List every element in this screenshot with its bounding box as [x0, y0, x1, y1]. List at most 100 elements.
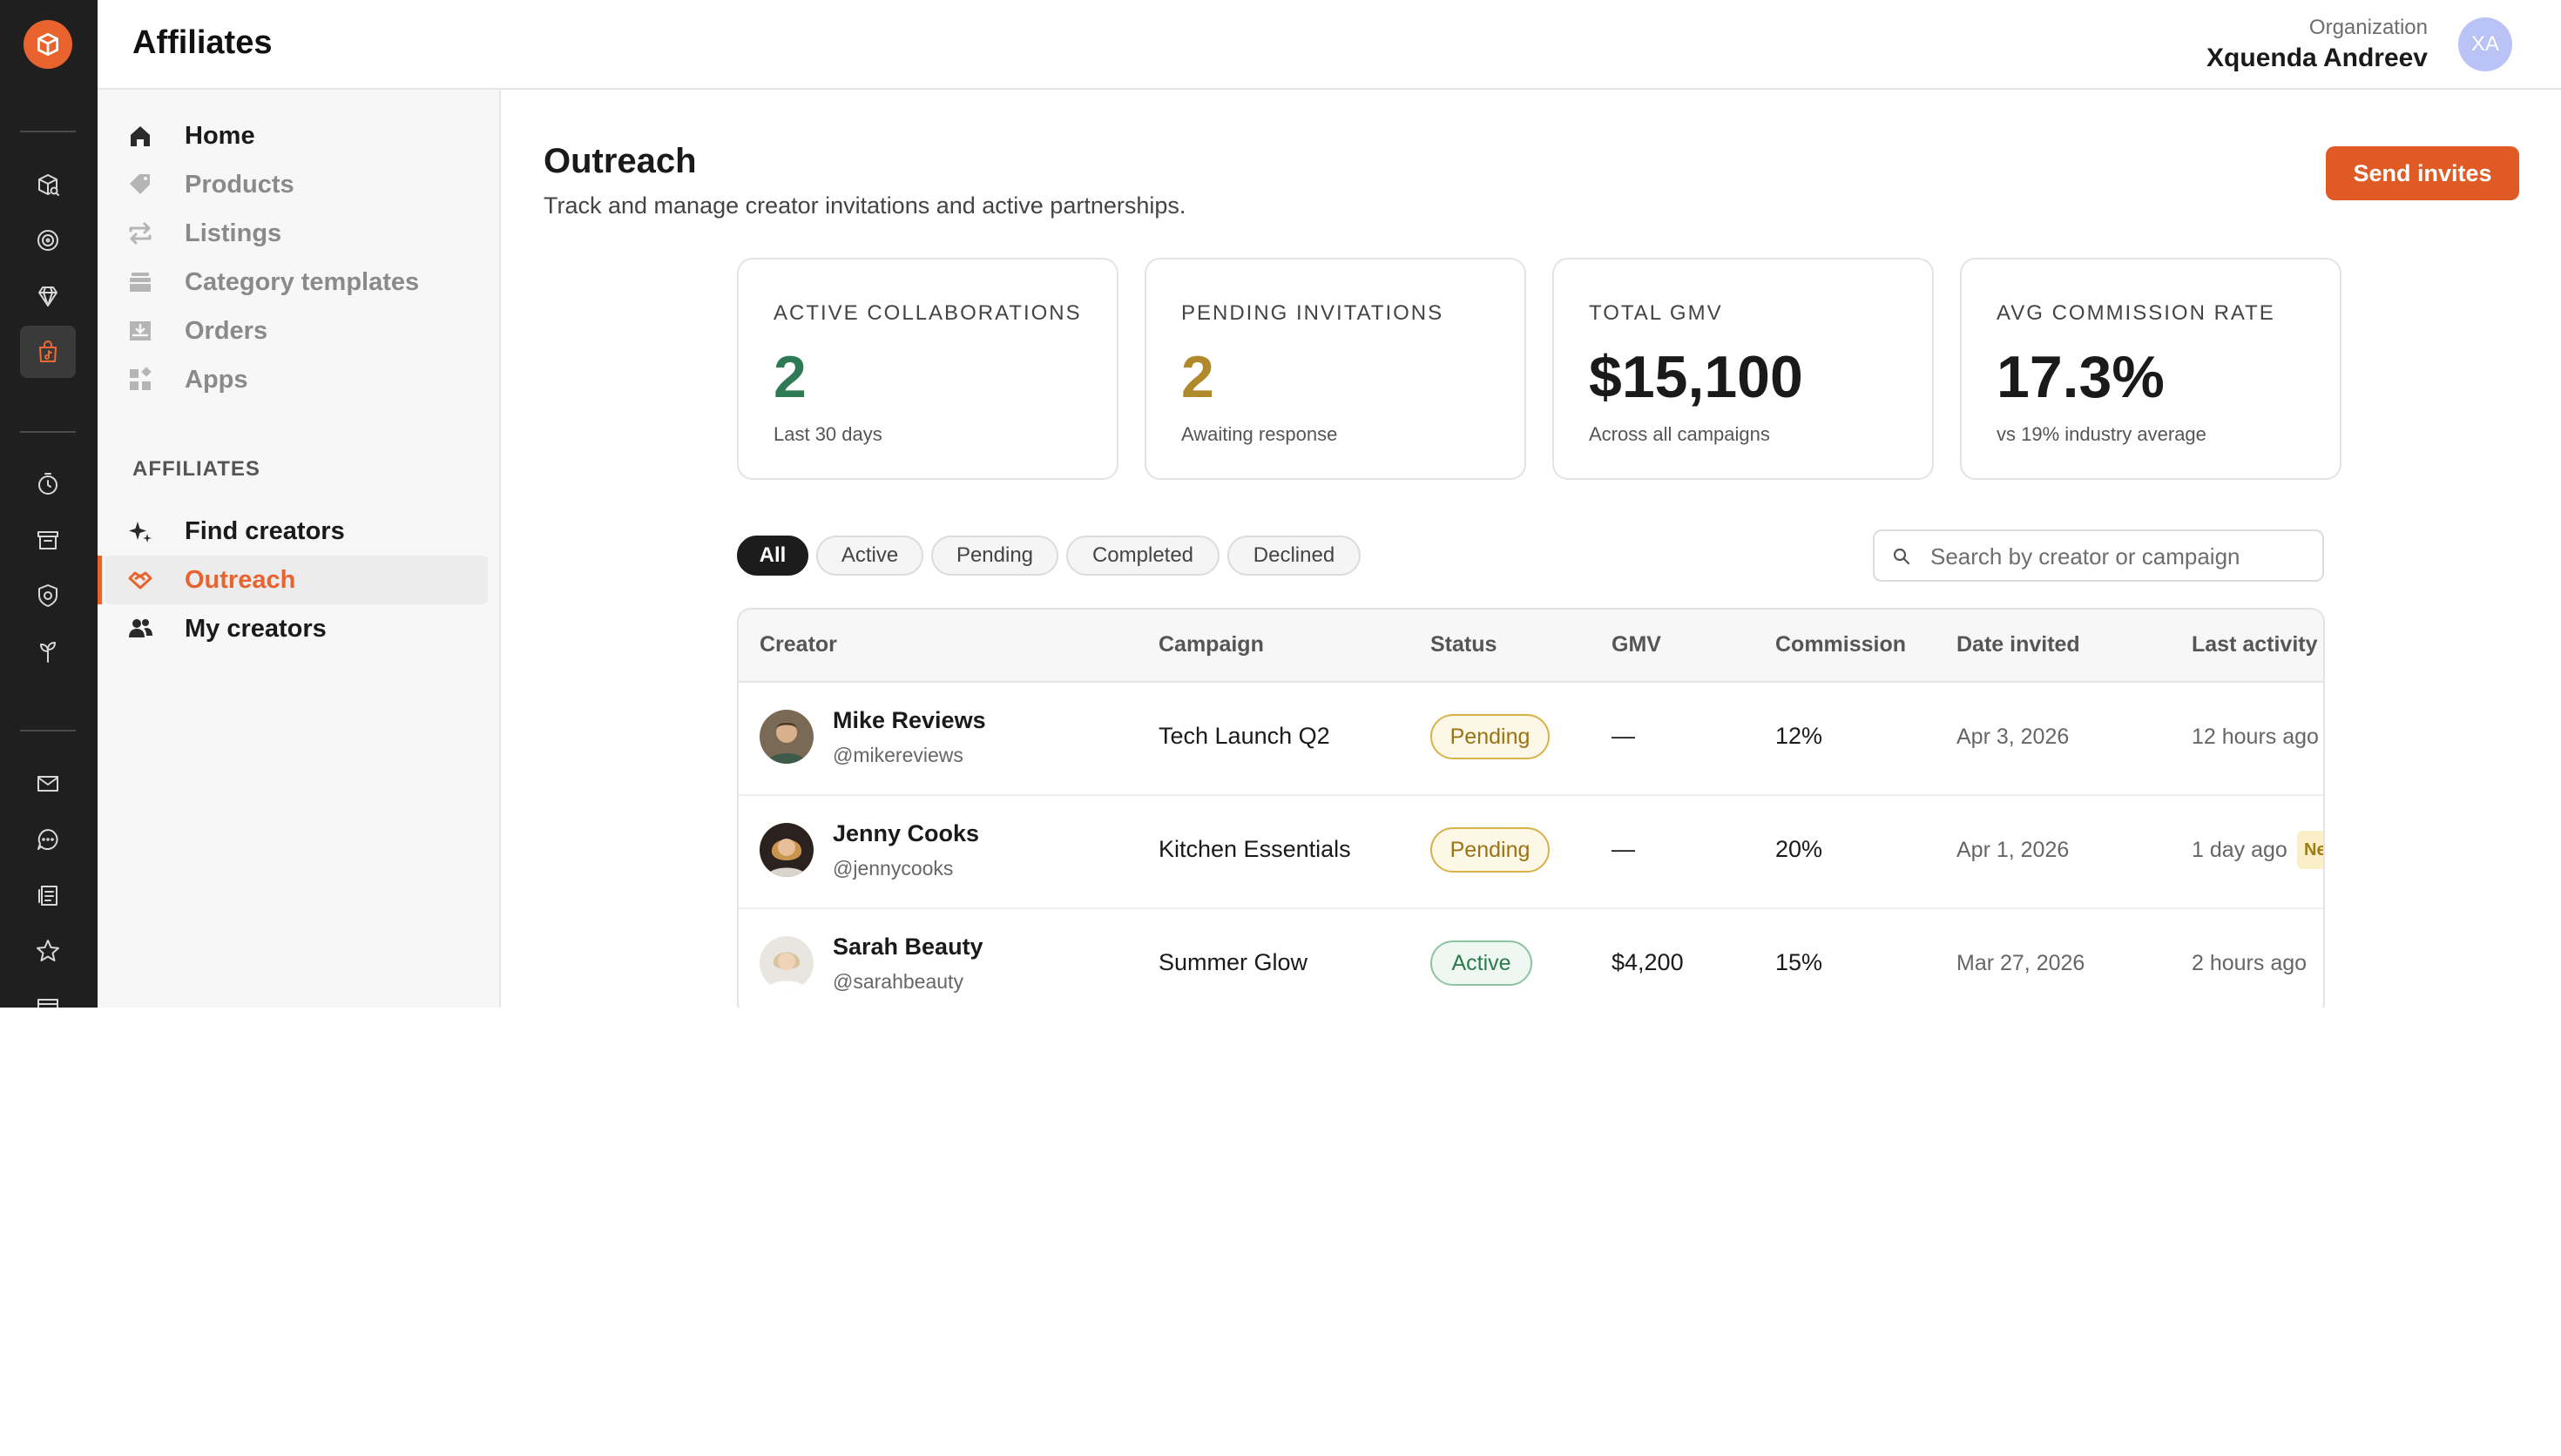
- sidebar-item-listings[interactable]: Listings: [98, 209, 501, 258]
- column-header-status[interactable]: Status: [1430, 632, 1497, 657]
- gmv-cell: —: [1612, 836, 1635, 862]
- sidebar-item-outreach[interactable]: Outreach: [105, 556, 488, 604]
- sidebar-item-my-creators[interactable]: My creators: [98, 604, 501, 653]
- status-badge: Pending: [1430, 827, 1550, 873]
- active-indicator: [98, 556, 102, 604]
- rail-divider: [20, 431, 76, 433]
- gmv-cell: —: [1612, 723, 1635, 749]
- sidebar-item-label: Find creators: [185, 516, 345, 545]
- creator-name[interactable]: Sarah Beauty: [833, 934, 983, 961]
- send-invites-button[interactable]: Send invites: [2326, 146, 2519, 200]
- column-header-campaign[interactable]: Campaign: [1159, 632, 1264, 657]
- plant-icon[interactable]: [20, 625, 76, 677]
- sidebar-item-products[interactable]: Products: [98, 160, 501, 209]
- package-search-icon[interactable]: [20, 158, 76, 211]
- sidebar-item-label: Outreach: [185, 565, 296, 594]
- date-invited-cell: Apr 3, 2026: [1956, 725, 2070, 749]
- column-header-last-activity[interactable]: Last activity: [2192, 632, 2318, 657]
- date-invited-cell: Apr 1, 2026: [1956, 838, 2070, 862]
- stat-subtext: Across all campaigns: [1589, 423, 1770, 445]
- commission-cell: 20%: [1775, 836, 1823, 862]
- stat-card-avg-commission-rate: AVG COMMISSION RATE 17.3% vs 19% industr…: [1960, 258, 2341, 480]
- logo-icon[interactable]: [24, 20, 72, 69]
- filter-chip-declined[interactable]: Declined: [1227, 536, 1361, 576]
- org-label: Organization: [2308, 16, 2428, 39]
- archive-icon[interactable]: [20, 514, 76, 566]
- tag-icon: [125, 170, 155, 199]
- search-icon: [1893, 548, 1910, 565]
- new-tag-badge: Ne: [2297, 831, 2323, 869]
- top-bar: Affiliates Organization Xquenda Andreev …: [98, 0, 2561, 90]
- sidebar-item-orders[interactable]: Orders: [98, 307, 501, 355]
- diamond-icon[interactable]: [20, 270, 76, 322]
- creator-avatar: [760, 936, 814, 990]
- apps-icon: [125, 365, 155, 394]
- star-icon[interactable]: [20, 925, 76, 977]
- sidebar-item-label: Products: [185, 170, 294, 199]
- sidebar-item-label: My creators: [185, 614, 327, 643]
- stat-card-total-gmv: TOTAL GMV $15,100 Across all campaigns: [1552, 258, 1934, 480]
- creator-avatar: [760, 710, 814, 764]
- home-icon: [125, 121, 155, 151]
- handshake-icon: [125, 565, 155, 595]
- last-activity-cell: 1 day ago: [2192, 838, 2287, 862]
- search-input[interactable]: [1929, 540, 2315, 573]
- sidebar-item-label: Home: [185, 121, 255, 150]
- sidebar-item-label: Listings: [185, 219, 282, 247]
- stat-subtext: Awaiting response: [1181, 423, 1338, 445]
- last-activity-cell: 2 hours ago: [2192, 951, 2308, 975]
- sidebar-item-label: Apps: [185, 365, 248, 394]
- filter-chip-completed[interactable]: Completed: [1066, 536, 1220, 576]
- creator-name[interactable]: Jenny Cooks: [833, 820, 979, 847]
- date-invited-cell: Mar 27, 2026: [1956, 951, 2085, 975]
- filter-chip-all[interactable]: All: [737, 536, 808, 576]
- card-icon[interactable]: [20, 981, 76, 1008]
- stat-subtext: Last 30 days: [774, 423, 882, 445]
- stat-card-active-collaborations: ACTIVE COLLABORATIONS 2 Last 30 days: [737, 258, 1118, 480]
- repeat-icon: [125, 219, 155, 248]
- column-header-commission[interactable]: Commission: [1775, 632, 1906, 657]
- page-subtitle: Track and manage creator invitations and…: [544, 192, 1186, 219]
- sidebar-item-find-creators[interactable]: Find creators: [98, 507, 501, 556]
- table-header: Creator Campaign Status GMV Commission D…: [739, 610, 2323, 683]
- stat-value: 2: [1181, 344, 1214, 410]
- stat-subtext: vs 19% industry average: [1997, 423, 2206, 445]
- shopping-bag-icon[interactable]: [20, 326, 76, 378]
- chat-icon[interactable]: [20, 813, 76, 866]
- table-row[interactable]: Sarah Beauty @sarahbeauty Summer Glow Ac…: [739, 907, 2323, 1008]
- campaign-cell: Tech Launch Q2: [1159, 723, 1330, 749]
- sidebar-item-home[interactable]: Home: [98, 111, 501, 160]
- column-header-date-invited[interactable]: Date invited: [1956, 632, 2080, 657]
- clock-icon[interactable]: [20, 458, 76, 510]
- sidebar-item-label: Orders: [185, 316, 268, 345]
- stat-label: PENDING INVITATIONS: [1181, 301, 1444, 325]
- mail-icon[interactable]: [20, 758, 76, 810]
- creator-handle: @mikereviews: [833, 744, 963, 766]
- shield-icon[interactable]: [20, 570, 76, 622]
- document-list-icon[interactable]: [20, 869, 76, 921]
- column-header-gmv[interactable]: GMV: [1612, 632, 1661, 657]
- sidebar-item-apps[interactable]: Apps: [98, 355, 501, 404]
- status-badge: Active: [1430, 940, 1532, 986]
- outreach-table: Creator Campaign Status GMV Commission D…: [737, 608, 2325, 1008]
- creator-name[interactable]: Mike Reviews: [833, 707, 986, 734]
- filter-chip-pending[interactable]: Pending: [931, 536, 1058, 576]
- commission-cell: 15%: [1775, 949, 1823, 975]
- filter-chip-active[interactable]: Active: [816, 536, 923, 576]
- page-title: Outreach: [544, 142, 697, 180]
- column-header-creator[interactable]: Creator: [760, 632, 837, 657]
- stack-icon: [125, 267, 155, 297]
- gmv-cell: $4,200: [1612, 949, 1684, 975]
- app-title: Affiliates: [132, 24, 273, 61]
- table-row[interactable]: Mike Reviews @mikereviews Tech Launch Q2…: [739, 681, 2323, 796]
- stat-label: TOTAL GMV: [1589, 301, 1723, 325]
- stat-value: $15,100: [1589, 344, 1803, 410]
- last-activity-cell: 12 hours ago: [2192, 725, 2319, 749]
- sidebar-item-category-templates[interactable]: Category templates: [98, 258, 501, 307]
- table-row[interactable]: Jenny Cooks @jennycooks Kitchen Essentia…: [739, 794, 2323, 909]
- commission-cell: 12%: [1775, 723, 1823, 749]
- sidebar: Home Products Listings Category template…: [98, 90, 501, 1008]
- user-avatar[interactable]: XA: [2458, 17, 2512, 71]
- org-name[interactable]: Xquenda Andreev: [2206, 44, 2428, 73]
- target-icon[interactable]: [20, 214, 76, 266]
